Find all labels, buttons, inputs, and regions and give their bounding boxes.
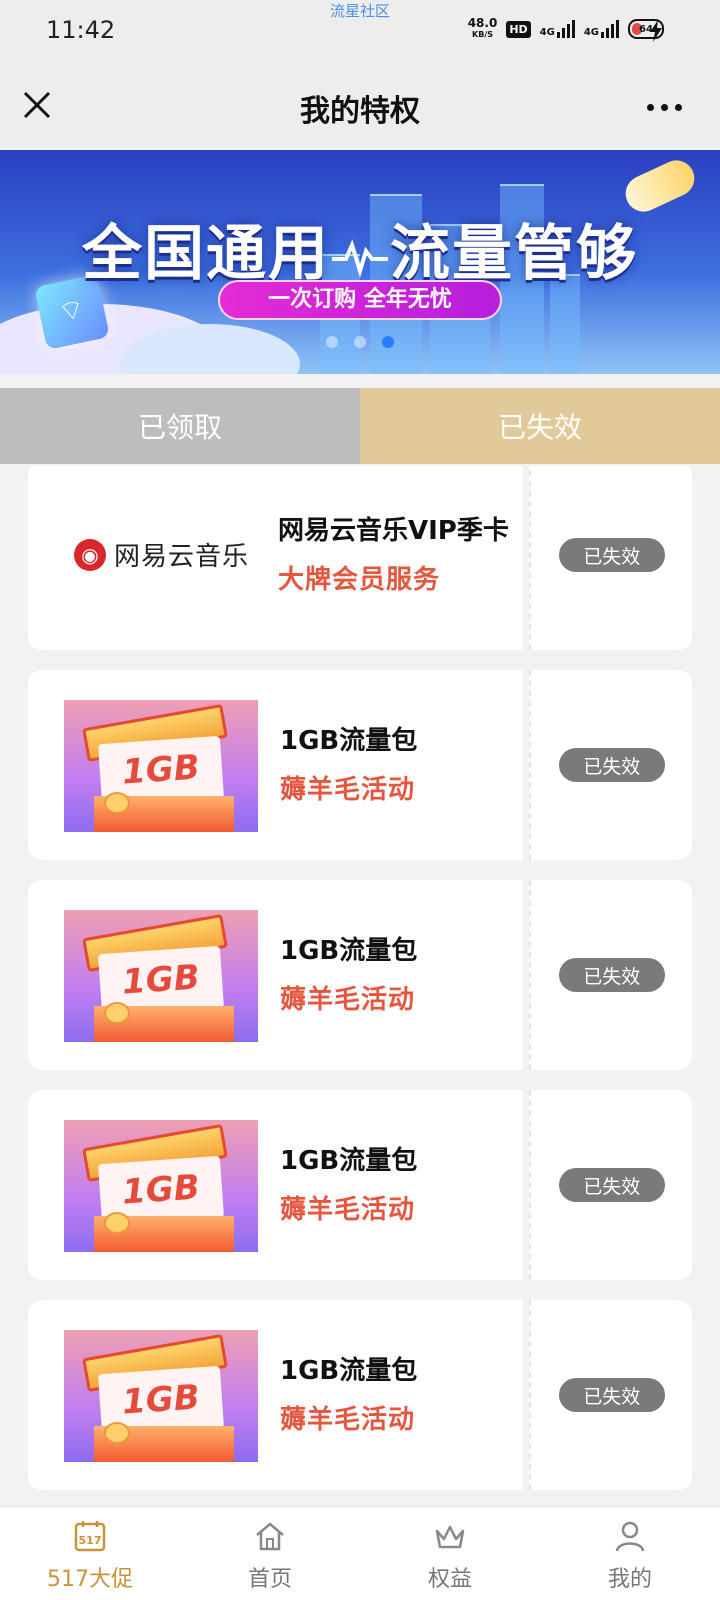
status-icons: 48.0 KB/S HD 4G 4G 64: [467, 16, 664, 40]
list-item[interactable]: 1GB 1GB流量包 薅羊毛活动 已失效: [28, 1090, 692, 1280]
signal-sim1-icon: 4G: [540, 20, 575, 38]
tab-mine[interactable]: 我的: [540, 1507, 720, 1600]
bottom-tab-bar: 517 517大促 首页 权益 我的: [0, 1506, 720, 1600]
card-body: ◉ 网易云音乐 网易云音乐VIP季卡 大牌会员服务: [28, 466, 524, 650]
card-status-area: 已失效: [529, 880, 692, 1070]
tab-517-promo[interactable]: 517 517大促: [0, 1507, 180, 1600]
home-icon: [256, 1522, 284, 1551]
card-subtitle: 大牌会员服务: [278, 565, 441, 595]
card-status-area: 已失效: [529, 670, 692, 860]
card-text: 1GB流量包 薅羊毛活动: [280, 930, 417, 1016]
svg-text:517: 517: [79, 1534, 102, 1547]
card-title: 网易云音乐VIP季卡: [278, 516, 509, 546]
user-icon: [615, 1521, 645, 1552]
card-body: 1GB 1GB流量包 薅羊毛活动: [28, 880, 524, 1070]
privilege-list: ◉ 网易云音乐 网易云音乐VIP季卡 大牌会员服务 已失效 1GB 1GB流量包…: [0, 466, 720, 1506]
card-text: 1GB流量包 薅羊毛活动: [280, 1350, 417, 1436]
card-body: 1GB 1GB流量包 薅羊毛活动: [28, 670, 524, 860]
card-title: 1GB流量包: [280, 1356, 418, 1386]
card-subtitle: 薅羊毛活动: [280, 985, 416, 1015]
list-item[interactable]: ◉ 网易云音乐 网易云音乐VIP季卡 大牌会员服务 已失效: [28, 466, 692, 650]
tab-home[interactable]: 首页: [180, 1507, 360, 1600]
card-text: 1GB流量包 薅羊毛活动: [280, 1140, 417, 1226]
card-subtitle: 薅羊毛活动: [280, 1195, 416, 1225]
card-subtitle: 薅羊毛活动: [280, 775, 416, 805]
status-badge: 已失效: [558, 1378, 665, 1412]
carousel-dot: [354, 336, 366, 348]
data-pack-thumbnail: 1GB: [64, 1330, 258, 1462]
card-body: 1GB 1GB流量包 薅羊毛活动: [28, 1090, 524, 1280]
card-subtitle: 薅羊毛活动: [280, 1405, 416, 1435]
data-pack-thumbnail: 1GB: [64, 700, 258, 832]
tab-label: 我的: [607, 1567, 652, 1592]
data-pack-thumbnail: 1GB: [64, 1120, 258, 1252]
tab-received[interactable]: 已领取: [0, 388, 360, 464]
card-status-area: 已失效: [529, 466, 692, 650]
status-time: 11:42: [46, 16, 116, 44]
data-pack-thumbnail: 1GB: [64, 910, 258, 1042]
signal-sim2-icon: 4G: [584, 20, 619, 38]
tab-label: 权益: [427, 1567, 472, 1592]
netease-music-logo: ◉ 网易云音乐: [74, 536, 249, 573]
status-badge: 已失效: [558, 538, 665, 572]
banner-title: 全国通用 流量管够: [82, 219, 638, 289]
card-text: 网易云音乐VIP季卡 大牌会员服务: [278, 510, 509, 596]
status-badge: 已失效: [558, 958, 665, 992]
card-title: 1GB流量包: [280, 936, 418, 966]
crown-icon: [435, 1525, 465, 1549]
card-status-area: 已失效: [529, 1300, 692, 1490]
nav-bar: 我的特权: [0, 64, 720, 148]
card-status-area: 已失效: [529, 1090, 692, 1280]
tab-expired[interactable]: 已失效: [360, 388, 720, 464]
pulse-icon: [332, 239, 388, 278]
page-title: 我的特权: [300, 94, 420, 129]
carousel-dot: [326, 336, 338, 348]
list-item[interactable]: 1GB 1GB流量包 薅羊毛活动 已失效: [28, 1300, 692, 1490]
card-title: 1GB流量包: [280, 726, 418, 756]
banner-subtitle: 一次订购 全年无忧: [218, 280, 502, 320]
tab-benefits[interactable]: 权益: [360, 1507, 540, 1600]
segment-tabs: 已领取 已失效: [0, 388, 720, 464]
status-badge: 已失效: [558, 748, 665, 782]
carousel-indicator: [326, 336, 394, 348]
list-item[interactable]: 1GB 1GB流量包 薅羊毛活动 已失效: [28, 880, 692, 1070]
carousel-dot-active: [382, 336, 394, 348]
list-item[interactable]: 1GB 1GB流量包 薅羊毛活动 已失效: [28, 670, 692, 860]
status-bar: 流星社区 11:42 48.0 KB/S HD 4G 4G 64: [0, 0, 720, 64]
card-title: 1GB流量包: [280, 1146, 418, 1176]
more-icon[interactable]: [647, 104, 682, 111]
network-speed: 48.0 KB/S: [467, 16, 498, 39]
status-badge: 已失效: [558, 1168, 665, 1202]
hd-icon: HD: [506, 20, 531, 38]
promo-banner[interactable]: ⌔ 全国通用 流量管够 一次订购 全年无忧: [0, 150, 720, 374]
tab-label: 517大促: [47, 1567, 133, 1592]
calendar-517-icon: 517: [74, 1521, 106, 1552]
tab-label: 首页: [247, 1567, 292, 1592]
card-body: 1GB 1GB流量包 薅羊毛活动: [28, 1300, 524, 1490]
card-text: 1GB流量包 薅羊毛活动: [280, 720, 417, 806]
netease-music-icon: ◉: [74, 538, 106, 571]
charging-icon: [650, 20, 662, 42]
